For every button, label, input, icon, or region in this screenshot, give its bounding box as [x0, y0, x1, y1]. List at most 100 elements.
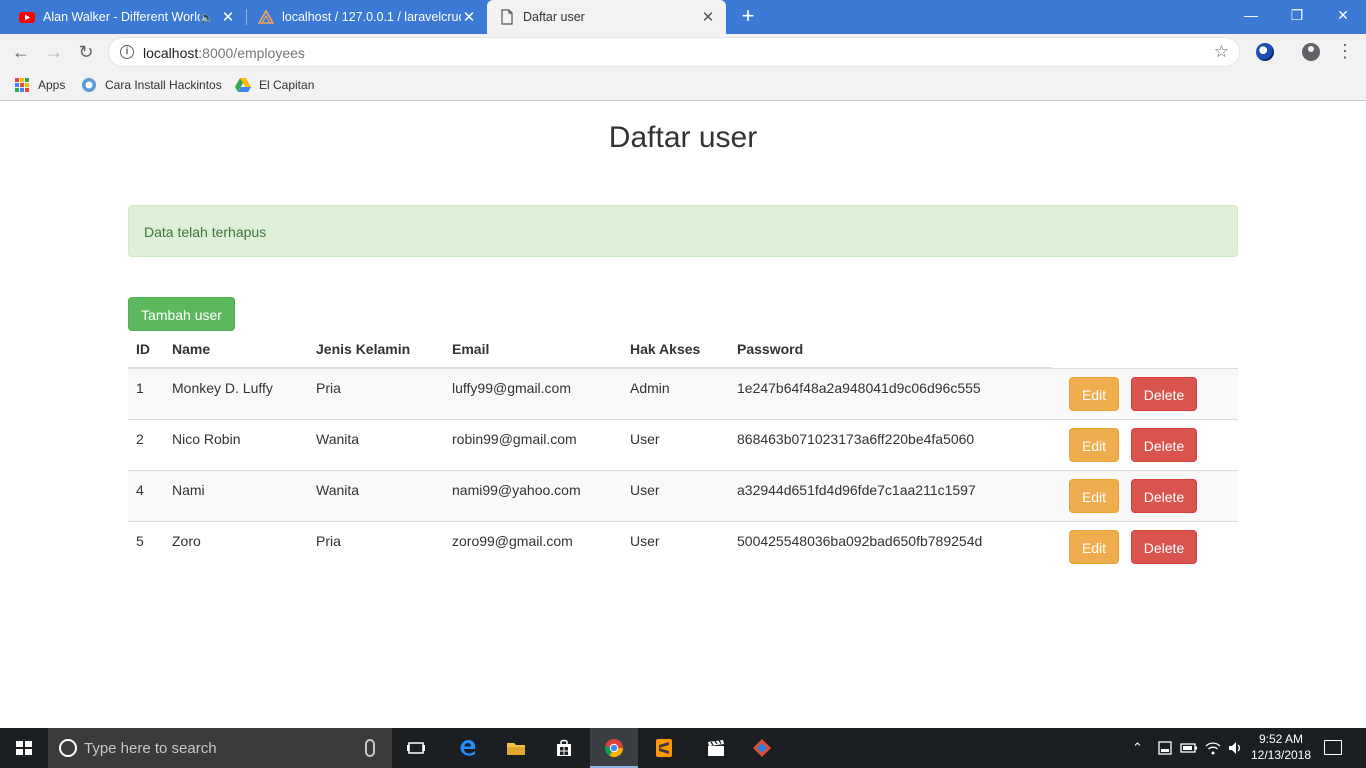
cell-name: Nami [164, 469, 308, 521]
microphone-icon[interactable] [365, 739, 375, 757]
notifications-icon[interactable] [1324, 740, 1342, 755]
table-row: 4 Nami Wanita nami99@yahoo.com User a329… [128, 469, 1238, 521]
document-icon [501, 9, 513, 25]
network-drive-icon[interactable] [1157, 740, 1173, 756]
clock-time: 9:52 AM [1258, 732, 1304, 746]
file-explorer-button[interactable] [492, 728, 540, 768]
cell-actions: Edit Delete [1052, 418, 1238, 470]
taskbar-search[interactable]: Type here to search [48, 728, 392, 768]
new-tab-button[interactable]: + [738, 4, 758, 28]
bookmark-cara-install[interactable]: Cara Install Hackintos [81, 76, 222, 94]
audio-playing-icon[interactable]: 🔈 [200, 11, 214, 24]
tab-close-icon[interactable]: ✕ [461, 8, 477, 26]
edge-icon [460, 740, 476, 756]
volume-icon[interactable] [1227, 740, 1243, 756]
url-path: :8000/employees [198, 45, 305, 61]
clapperboard-icon [708, 740, 724, 756]
search-placeholder: Type here to search [84, 740, 217, 757]
cell-id: 5 [128, 520, 164, 572]
cell-name: Nico Robin [164, 418, 308, 470]
success-alert: Data telah terhapus [128, 205, 1238, 257]
column-header-id: ID [128, 331, 164, 369]
minimize-button[interactable]: — [1228, 0, 1274, 30]
menu-icon[interactable]: ⋮ [1336, 41, 1354, 61]
info-icon[interactable]: i [120, 45, 134, 59]
edit-button[interactable]: Edit [1069, 376, 1119, 411]
chrome-button[interactable] [590, 728, 638, 768]
tab-close-icon[interactable]: ✕ [700, 8, 716, 26]
tab-close-icon[interactable]: ✕ [220, 8, 236, 26]
apps-grid-icon [15, 78, 29, 92]
restore-button[interactable]: ❐ [1274, 0, 1320, 30]
address-bar[interactable]: i localhost:8000/employees ☆ [108, 37, 1240, 67]
tab-title: Daftar user [523, 10, 585, 24]
forward-button[interactable]: → [42, 40, 66, 64]
cell-name: Zoro [164, 520, 308, 572]
start-button[interactable] [0, 728, 48, 768]
store-button[interactable] [540, 728, 588, 768]
table-row: 2 Nico Robin Wanita robin99@gmail.com Us… [128, 418, 1238, 470]
browser-tabstrip: Alan Walker - Different World 🔈 ✕ localh… [0, 0, 1366, 34]
edge-button[interactable] [444, 728, 492, 768]
delete-button[interactable]: Delete [1131, 529, 1197, 564]
sublime-text-button[interactable] [640, 728, 688, 768]
close-window-button[interactable]: ✕ [1320, 0, 1366, 30]
cell-password: a32944d651fd4d96fde7c1aa211c1597 [729, 469, 1052, 521]
tab-daftar-user[interactable]: Daftar user ✕ [487, 0, 726, 34]
table-row: 5 Zoro Pria zoro99@gmail.com User 500425… [128, 520, 1238, 572]
table-row: 1 Monkey D. Luffy Pria luffy99@gmail.com… [128, 367, 1238, 419]
page-content: Daftar user Data telah terhapus Tambah u… [0, 101, 1366, 728]
bookmarks-bar: Apps Cara Install Hackintos El Capitan [0, 70, 1366, 101]
reload-button[interactable]: ↻ [74, 40, 98, 64]
extension-icon[interactable] [1256, 43, 1274, 61]
profile-icon[interactable] [1302, 43, 1320, 61]
chrome-icon [604, 739, 623, 758]
cell-email: robin99@gmail.com [444, 418, 622, 470]
cell-role: User [622, 520, 729, 572]
cell-actions: Edit Delete [1052, 520, 1238, 572]
cell-id: 2 [128, 418, 164, 470]
edit-button[interactable]: Edit [1069, 478, 1119, 513]
column-header-password: Password [729, 331, 1052, 369]
bookmark-label: Apps [38, 78, 66, 92]
battery-icon[interactable] [1180, 741, 1198, 755]
bookmark-el-capitan[interactable]: El Capitan [235, 76, 314, 94]
add-user-button[interactable]: Tambah user [128, 297, 235, 331]
bookmark-star-icon[interactable]: ☆ [1214, 42, 1229, 62]
bookmark-label: Cara Install Hackintos [105, 78, 222, 92]
cell-email: nami99@yahoo.com [444, 469, 622, 521]
bookmark-apps[interactable]: Apps [15, 76, 65, 94]
edit-button[interactable]: Edit [1069, 427, 1119, 462]
delete-button[interactable]: Delete [1131, 376, 1197, 411]
media-app-button[interactable] [692, 728, 740, 768]
git-diamond-icon [753, 739, 771, 757]
wifi-icon[interactable] [1205, 740, 1221, 756]
cell-gender: Pria [308, 520, 444, 572]
browser-toolbar: ← → ↻ i localhost:8000/employees ☆ ⋮ [0, 34, 1366, 70]
git-app-button[interactable] [738, 728, 786, 768]
url-text[interactable]: localhost:8000/employees [143, 45, 305, 61]
tab-youtube[interactable]: Alan Walker - Different World 🔈 ✕ [0, 0, 246, 34]
task-view-button[interactable] [392, 728, 440, 768]
windows-taskbar: Type here to search ⌃ 9:52 AM 12/13/2018 [0, 728, 1366, 768]
page-title: Daftar user [608, 121, 758, 154]
tab-phpmyadmin[interactable]: localhost / 127.0.0.1 / laravelcrud ✕ [239, 0, 487, 34]
cell-role: Admin [622, 367, 729, 419]
cell-email: luffy99@gmail.com [444, 367, 622, 419]
show-hidden-icons-chevron-icon[interactable]: ⌃ [1132, 740, 1143, 768]
cell-name: Monkey D. Luffy [164, 367, 308, 419]
folder-icon [507, 743, 525, 755]
site-icon [82, 78, 96, 92]
back-button[interactable]: ← [9, 40, 33, 64]
store-icon [557, 739, 571, 756]
cell-gender: Wanita [308, 418, 444, 470]
delete-button[interactable]: Delete [1131, 478, 1197, 513]
edit-button[interactable]: Edit [1069, 529, 1119, 564]
cell-password: 1e247b64f48a2a948041d9c06d96c555 [729, 367, 1052, 419]
delete-button[interactable]: Delete [1131, 427, 1197, 462]
cell-id: 1 [128, 367, 164, 419]
phpmyadmin-icon [258, 9, 274, 24]
system-clock[interactable]: 9:52 AM 12/13/2018 [1246, 731, 1316, 763]
column-header-gender: Jenis Kelamin [308, 331, 444, 369]
cell-password: 500425548036ba092bad650fb789254d [729, 520, 1052, 572]
